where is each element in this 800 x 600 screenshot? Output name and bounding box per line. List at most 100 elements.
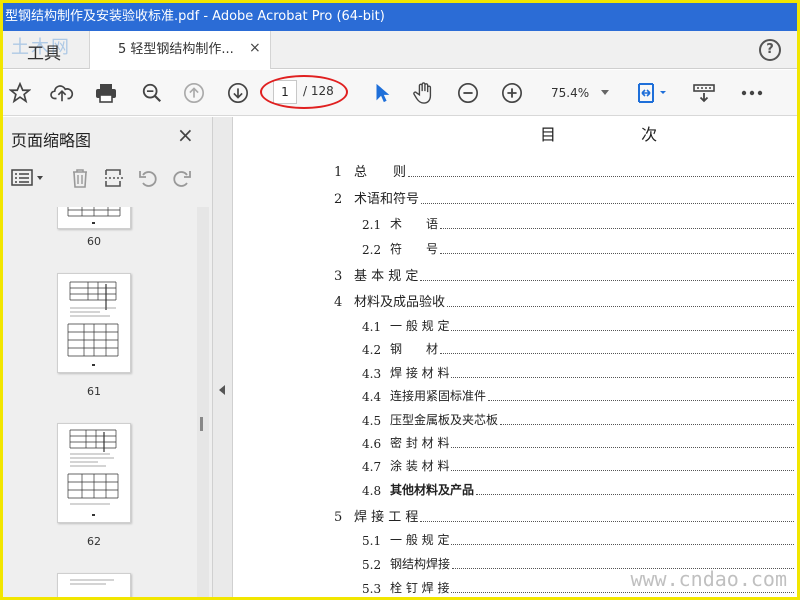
toc-entry-label: 术 语 xyxy=(390,217,439,231)
toc-entry-number: 4.4 xyxy=(362,390,382,404)
toc-entry-label: 涂 装 材 料 xyxy=(390,459,450,473)
toc-entry-number: 2.1 xyxy=(362,218,382,232)
panel-title: 页面缩略图 xyxy=(11,131,92,150)
toc-entry[interactable]: 5 焊 接 工 程 xyxy=(334,506,794,525)
hand-tool-icon[interactable] xyxy=(411,80,437,106)
fit-page-icon[interactable] xyxy=(635,80,671,106)
page-thumbnail[interactable] xyxy=(57,273,131,373)
toc-entry[interactable]: 4.5 压型金属板及夹芯板 xyxy=(362,411,794,428)
toc-entry[interactable]: 4.1 一 般 规 定 xyxy=(362,317,794,334)
toc-entry[interactable]: 4.4 连接用紧固标准件 xyxy=(362,387,794,404)
zoom-out-icon[interactable] xyxy=(455,80,481,106)
more-icon[interactable] xyxy=(739,80,765,106)
zoom-search-icon[interactable] xyxy=(139,80,165,106)
tab-bar: 土木网 工具 5 轻型钢结构制作... × ? xyxy=(3,31,797,69)
delete-page-icon[interactable] xyxy=(69,167,91,193)
upload-cloud-icon[interactable] xyxy=(49,80,75,106)
thumbnail-page-number: 60 xyxy=(87,235,101,248)
help-icon[interactable]: ? xyxy=(759,39,781,61)
collapse-arrow-icon[interactable] xyxy=(219,385,225,395)
keyboard-icon[interactable] xyxy=(691,80,717,106)
toc-leader-dots xyxy=(440,253,794,254)
chevron-down-icon[interactable] xyxy=(601,90,609,95)
toc-entry-number: 4.2 xyxy=(362,343,382,357)
toc-entry[interactable]: 2.2 符 号 xyxy=(362,240,794,257)
tab-document-label: 5 轻型钢结构制作... xyxy=(118,42,234,57)
toc-entry[interactable]: 3 基 本 规 定 xyxy=(334,265,794,284)
page-thumbnail[interactable] xyxy=(57,423,131,523)
toc-entry[interactable]: 4.2 钢 材 xyxy=(362,340,794,357)
toc-entry-label: 连接用紧固标准件 xyxy=(390,389,487,403)
window-title: 型钢结构制作及安装验收标准.pdf - Adobe Acrobat Pro (6… xyxy=(3,3,797,31)
select-cursor-icon[interactable] xyxy=(369,80,395,106)
rotate-left-icon[interactable] xyxy=(137,167,159,193)
toc-entry-label: 栓 钉 焊 接 xyxy=(390,581,450,595)
toc-entry-number: 1 xyxy=(334,165,343,180)
panel-close-icon[interactable]: × xyxy=(177,123,194,147)
toc-entry-number: 4.3 xyxy=(362,367,382,381)
tab-close-icon[interactable]: × xyxy=(249,40,261,56)
rotate-right-icon[interactable] xyxy=(171,167,193,193)
toc-leader-dots xyxy=(488,400,794,401)
tab-tools[interactable]: 工具 xyxy=(27,39,61,64)
toc-leader-dots xyxy=(451,377,794,378)
toc-entry[interactable]: 4.8 其他材料及产品 xyxy=(362,481,794,498)
page-thumbnail[interactable] xyxy=(57,573,131,597)
bookmark-star-icon[interactable] xyxy=(7,80,33,106)
toc-entry-label: 钢结构焊接 xyxy=(390,557,451,571)
toc-entry-number: 4.5 xyxy=(362,414,382,428)
tab-document[interactable]: 5 轻型钢结构制作... xyxy=(89,31,271,69)
toc-entry[interactable]: 2 术语和符号 xyxy=(334,188,794,207)
toc-leader-dots xyxy=(451,447,794,448)
toc-entry-number: 5 xyxy=(334,510,343,525)
prev-page-icon[interactable] xyxy=(181,80,207,106)
toc-leader-dots xyxy=(408,176,794,177)
page-thumbnail[interactable] xyxy=(57,207,131,229)
toc-entry-label: 焊 接 材 料 xyxy=(390,366,450,380)
toc-leader-dots xyxy=(440,353,794,354)
panel-splitter[interactable] xyxy=(213,117,233,597)
thumbnail-toolbar xyxy=(3,161,213,195)
watermark-bottom: www.cndao.com xyxy=(630,567,787,591)
toc-entry-number: 4.1 xyxy=(362,320,382,334)
toc-entry-number: 4.7 xyxy=(362,460,382,474)
toc-entry[interactable]: 2.1 术 语 xyxy=(362,215,794,232)
toc-entry-number: 5.3 xyxy=(362,582,382,596)
toc-entry-label: 总 则 xyxy=(354,165,407,180)
toc-leader-dots xyxy=(447,306,794,307)
toc-entry-label: 术语和符号 xyxy=(354,192,420,207)
toc-leader-dots xyxy=(451,544,794,545)
toc-entry-number: 2 xyxy=(334,192,343,207)
toc-entry-number: 5.1 xyxy=(362,534,382,548)
toc-leader-dots xyxy=(451,330,794,331)
toc-entry-number: 3 xyxy=(334,269,343,284)
toc-entry[interactable]: 4.6 密 封 材 料 xyxy=(362,434,794,451)
toc-entry[interactable]: 4 材料及成品验收 xyxy=(334,291,794,310)
options-menu-icon[interactable] xyxy=(11,169,45,191)
thumbnail-page-number: 61 xyxy=(87,385,101,398)
thumbnail-scrollbar[interactable] xyxy=(197,207,209,597)
toc-entry[interactable]: 4.3 焊 接 材 料 xyxy=(362,364,794,381)
toc-title: 目 次 xyxy=(540,125,698,144)
toc-entry-label: 焊 接 工 程 xyxy=(354,510,419,525)
toc-entry-label: 压型金属板及夹芯板 xyxy=(390,413,499,427)
toc-entry[interactable]: 1 总 则 xyxy=(334,161,794,180)
toc-entry[interactable]: 5.1 一 般 规 定 xyxy=(362,531,794,548)
toc-entry-number: 5.2 xyxy=(362,558,382,572)
toc-entry-label: 一 般 规 定 xyxy=(390,319,450,333)
toc-entry-label: 密 封 材 料 xyxy=(390,436,450,450)
print-icon[interactable] xyxy=(93,80,119,106)
next-page-icon[interactable] xyxy=(225,80,251,106)
toc-leader-dots xyxy=(500,424,794,425)
toc-leader-dots xyxy=(476,494,794,495)
thumbnail-page-number: 62 xyxy=(87,535,101,548)
toc-leader-dots xyxy=(451,470,794,471)
toolbar: 1 / 128 75.4% xyxy=(3,70,797,116)
scrollbar-grip[interactable] xyxy=(200,417,203,431)
zoom-in-icon[interactable] xyxy=(499,80,525,106)
toc-entry-number: 4 xyxy=(334,295,343,310)
toc-entry[interactable]: 4.7 涂 装 材 料 xyxy=(362,457,794,474)
red-annotation-ellipse xyxy=(260,75,348,109)
extract-page-icon[interactable] xyxy=(103,167,125,193)
toc-entry-label: 符 号 xyxy=(390,242,439,256)
